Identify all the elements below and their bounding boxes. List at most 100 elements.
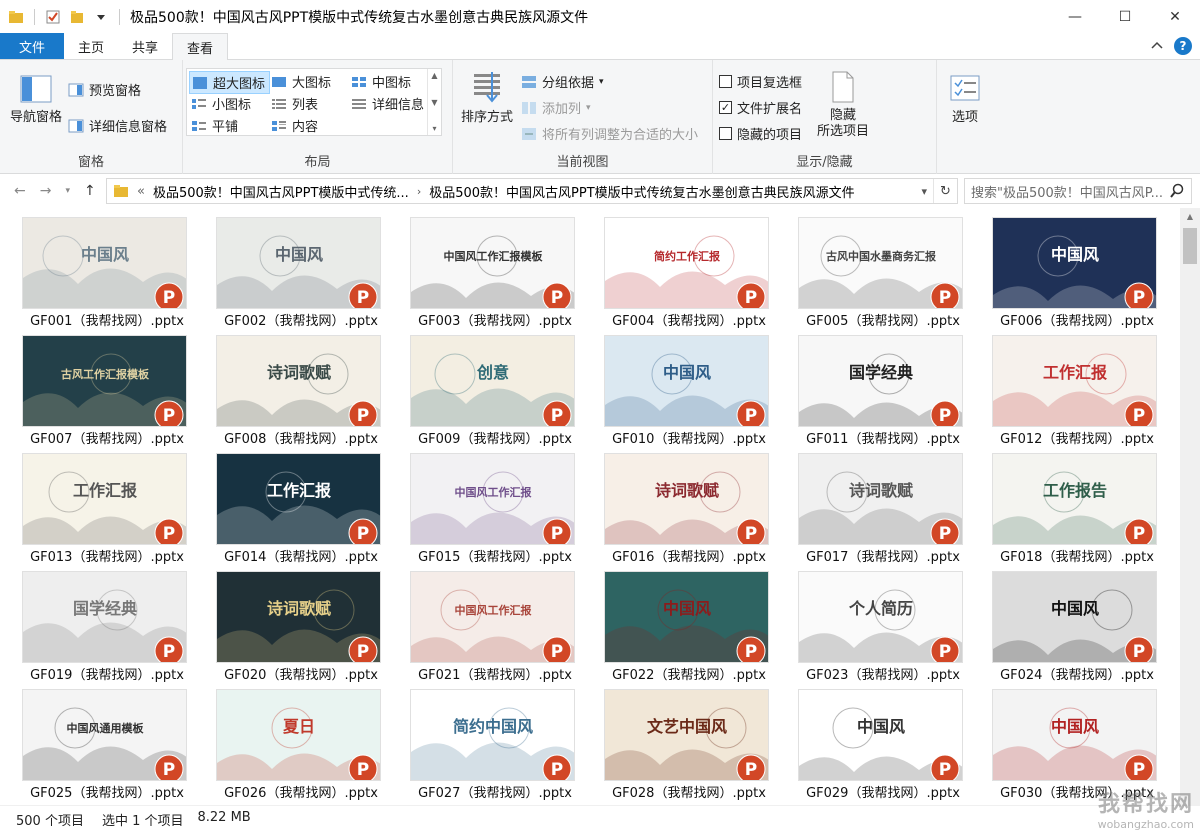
file-item[interactable]: 中国风工作汇报 P GF015（我帮找网）.pptx <box>402 444 588 565</box>
layout-small-icons[interactable]: 小图标 <box>191 94 251 113</box>
svg-text:P: P <box>357 406 369 426</box>
file-item[interactable]: 工作汇报 P GF013（我帮找网）.pptx <box>14 444 200 565</box>
sort-by-button[interactable]: 排序方式 <box>457 70 517 126</box>
new-folder-icon[interactable] <box>67 7 87 27</box>
group-by-icon <box>522 75 536 88</box>
layout-details[interactable]: 详细信息 <box>351 94 424 113</box>
hidden-items-checkbox[interactable] <box>719 127 732 140</box>
file-item[interactable]: 工作报告 P GF018（我帮找网）.pptx <box>984 444 1170 565</box>
scroll-down-icon[interactable]: ▼ <box>431 98 437 107</box>
customize-toolbar-icon[interactable] <box>91 7 111 27</box>
file-item[interactable]: 诗词歌赋 P GF008（我帮找网）.pptx <box>208 326 394 447</box>
file-item[interactable]: 古风工作汇报模板 P GF007（我帮找网）.pptx <box>14 326 200 447</box>
refresh-icon[interactable]: ↻ <box>933 179 957 203</box>
file-item[interactable]: 诗词歌赋 P GF016（我帮找网）.pptx <box>596 444 782 565</box>
layout-gallery-scroll[interactable]: ▲ ▼ ▾ <box>427 69 441 135</box>
file-item[interactable]: 诗词歌赋 P GF020（我帮找网）.pptx <box>208 562 394 683</box>
file-item[interactable]: 中国风 P GF029（我帮找网）.pptx <box>790 680 976 801</box>
layout-option-label: 内容 <box>292 120 319 135</box>
address-dropdown-icon[interactable]: ▾ <box>921 185 927 198</box>
add-column-button[interactable]: 添加列 ▾ <box>521 98 591 117</box>
file-item[interactable]: 国学经典 P GF019（我帮找网）.pptx <box>14 562 200 683</box>
file-item[interactable]: 中国风工作汇报模板 P GF003（我帮找网）.pptx <box>402 208 588 329</box>
hidden-items-toggle[interactable]: 隐藏的项目 <box>719 124 802 143</box>
tab-share[interactable]: 共享 <box>118 33 172 59</box>
slide-title: 诗词歌赋 <box>655 481 719 500</box>
slide-title: 诗词歌赋 <box>267 363 331 382</box>
file-item[interactable]: 中国风 P GF022（我帮找网）.pptx <box>596 562 782 683</box>
address-bar[interactable]: « 极品500款！中国风古风PPT模版中式传统... › 极品500款！中国风古… <box>106 178 958 204</box>
svg-text:P: P <box>1133 288 1145 308</box>
up-icon[interactable]: ↑ <box>84 183 96 199</box>
layout-tiles[interactable]: 平铺 <box>191 116 238 135</box>
breadcrumb-current[interactable]: 极品500款！中国风古风PPT模版中式传统复古水墨创意古典民族风源文件 <box>429 182 854 201</box>
slide-title: 夏日 <box>282 717 315 736</box>
file-item[interactable]: 古风中国水墨商务汇报 P GF005（我帮找网）.pptx <box>790 208 976 329</box>
scroll-up-icon[interactable]: ▲ <box>1180 208 1200 225</box>
file-item[interactable]: 中国风 P GF030（我帮找网）.pptx <box>984 680 1170 801</box>
file-thumbnail: 中国风工作汇报模板 P <box>410 217 575 309</box>
forward-icon[interactable]: → <box>40 183 52 199</box>
minimize-button[interactable]: — <box>1050 0 1100 33</box>
hide-selected-label-2: 所选项目 <box>816 124 869 139</box>
file-item[interactable]: 中国风通用模板 P GF025（我帮找网）.pptx <box>14 680 200 801</box>
layout-extra-large-icons[interactable]: 超大图标 <box>189 71 271 94</box>
collapse-ribbon-icon[interactable] <box>1150 39 1164 54</box>
file-item[interactable]: 工作汇报 P GF014（我帮找网）.pptx <box>208 444 394 565</box>
breadcrumb-overflow[interactable]: « <box>137 184 145 199</box>
help-icon[interactable]: ? <box>1174 37 1192 55</box>
sort-by-label: 排序方式 <box>460 110 513 125</box>
file-extensions-toggle[interactable]: ✓ 文件扩展名 <box>719 98 802 117</box>
gallery-more-icon[interactable]: ▾ <box>432 124 436 133</box>
file-item[interactable]: 工作汇报 P GF012（我帮找网）.pptx <box>984 326 1170 447</box>
file-extensions-checkbox[interactable]: ✓ <box>719 101 732 114</box>
vertical-scrollbar[interactable]: ▲ <box>1180 208 1200 805</box>
group-by-button[interactable]: 分组依据 ▾ <box>521 72 604 91</box>
nav-pane-button[interactable]: 导航窗格 <box>6 74 66 126</box>
file-item[interactable]: 国学经典 P GF011（我帮找网）.pptx <box>790 326 976 447</box>
recent-locations-icon[interactable]: ▾ <box>65 186 70 196</box>
powerpoint-icon: P <box>348 282 378 308</box>
file-item[interactable]: 中国风 P GF006（我帮找网）.pptx <box>984 208 1170 329</box>
back-icon[interactable]: ← <box>14 183 26 199</box>
slide-title: 中国风 <box>1051 717 1099 736</box>
maximize-button[interactable]: ☐ <box>1100 0 1150 33</box>
file-item[interactable]: 个人简历 P GF023（我帮找网）.pptx <box>790 562 976 683</box>
item-checkboxes-toggle[interactable]: 项目复选框 <box>719 72 802 91</box>
search-box[interactable]: 搜索"极品500款！中国风古风P... <box>964 178 1192 204</box>
file-item[interactable]: 创意 P GF009（我帮找网）.pptx <box>402 326 588 447</box>
hide-selected-button[interactable]: 隐藏 所选项目 <box>811 70 875 140</box>
layout-medium-icons[interactable]: 中图标 <box>351 72 411 91</box>
details-pane-button[interactable]: 详细信息窗格 <box>68 116 167 135</box>
properties-icon[interactable] <box>43 7 63 27</box>
file-item[interactable]: 简约工作汇报 P GF004（我帮找网）.pptx <box>596 208 782 329</box>
breadcrumb-parent[interactable]: 极品500款！中国风古风PPT模版中式传统... <box>153 182 409 201</box>
file-item[interactable]: 简约中国风 P GF027（我帮找网）.pptx <box>402 680 588 801</box>
layout-list[interactable]: 列表 <box>271 94 318 113</box>
tab-file[interactable]: 文件 <box>0 33 64 59</box>
file-item[interactable]: 中国风 P GF001（我帮找网）.pptx <box>14 208 200 329</box>
large-icons-icon <box>272 76 286 87</box>
close-button[interactable]: ✕ <box>1150 0 1200 33</box>
scrollbar-thumb[interactable] <box>1183 228 1197 264</box>
breadcrumb-separator-icon[interactable]: › <box>417 185 421 198</box>
file-item[interactable]: 文艺中国风 P GF028（我帮找网）.pptx <box>596 680 782 801</box>
tab-home[interactable]: 主页 <box>64 33 118 59</box>
tab-view[interactable]: 查看 <box>172 33 229 60</box>
item-checkboxes-checkbox[interactable] <box>719 75 732 88</box>
preview-pane-button[interactable]: 预览窗格 <box>68 80 141 99</box>
file-item[interactable]: 中国风 P GF010（我帮找网）.pptx <box>596 326 782 447</box>
watermark-title: 我帮找网 <box>1097 792 1194 817</box>
fit-columns-button[interactable]: 将所有列调整为合适的大小 <box>521 124 698 143</box>
file-item[interactable]: 中国风 P GF002（我帮找网）.pptx <box>208 208 394 329</box>
file-item[interactable]: 诗词歌赋 P GF017（我帮找网）.pptx <box>790 444 976 565</box>
scroll-up-icon[interactable]: ▲ <box>431 71 437 80</box>
file-name: GF026（我帮找网）.pptx <box>224 786 378 801</box>
layout-content[interactable]: 内容 <box>271 116 318 135</box>
file-item[interactable]: 中国风工作汇报 P GF021（我帮找网）.pptx <box>402 562 588 683</box>
layout-large-icons[interactable]: 大图标 <box>271 72 331 91</box>
file-thumbnail: 文艺中国风 P <box>604 689 769 781</box>
file-item[interactable]: 中国风 P GF024（我帮找网）.pptx <box>984 562 1170 683</box>
file-item[interactable]: 夏日 P GF026（我帮找网）.pptx <box>208 680 394 801</box>
options-button[interactable]: 选项 <box>939 74 991 126</box>
